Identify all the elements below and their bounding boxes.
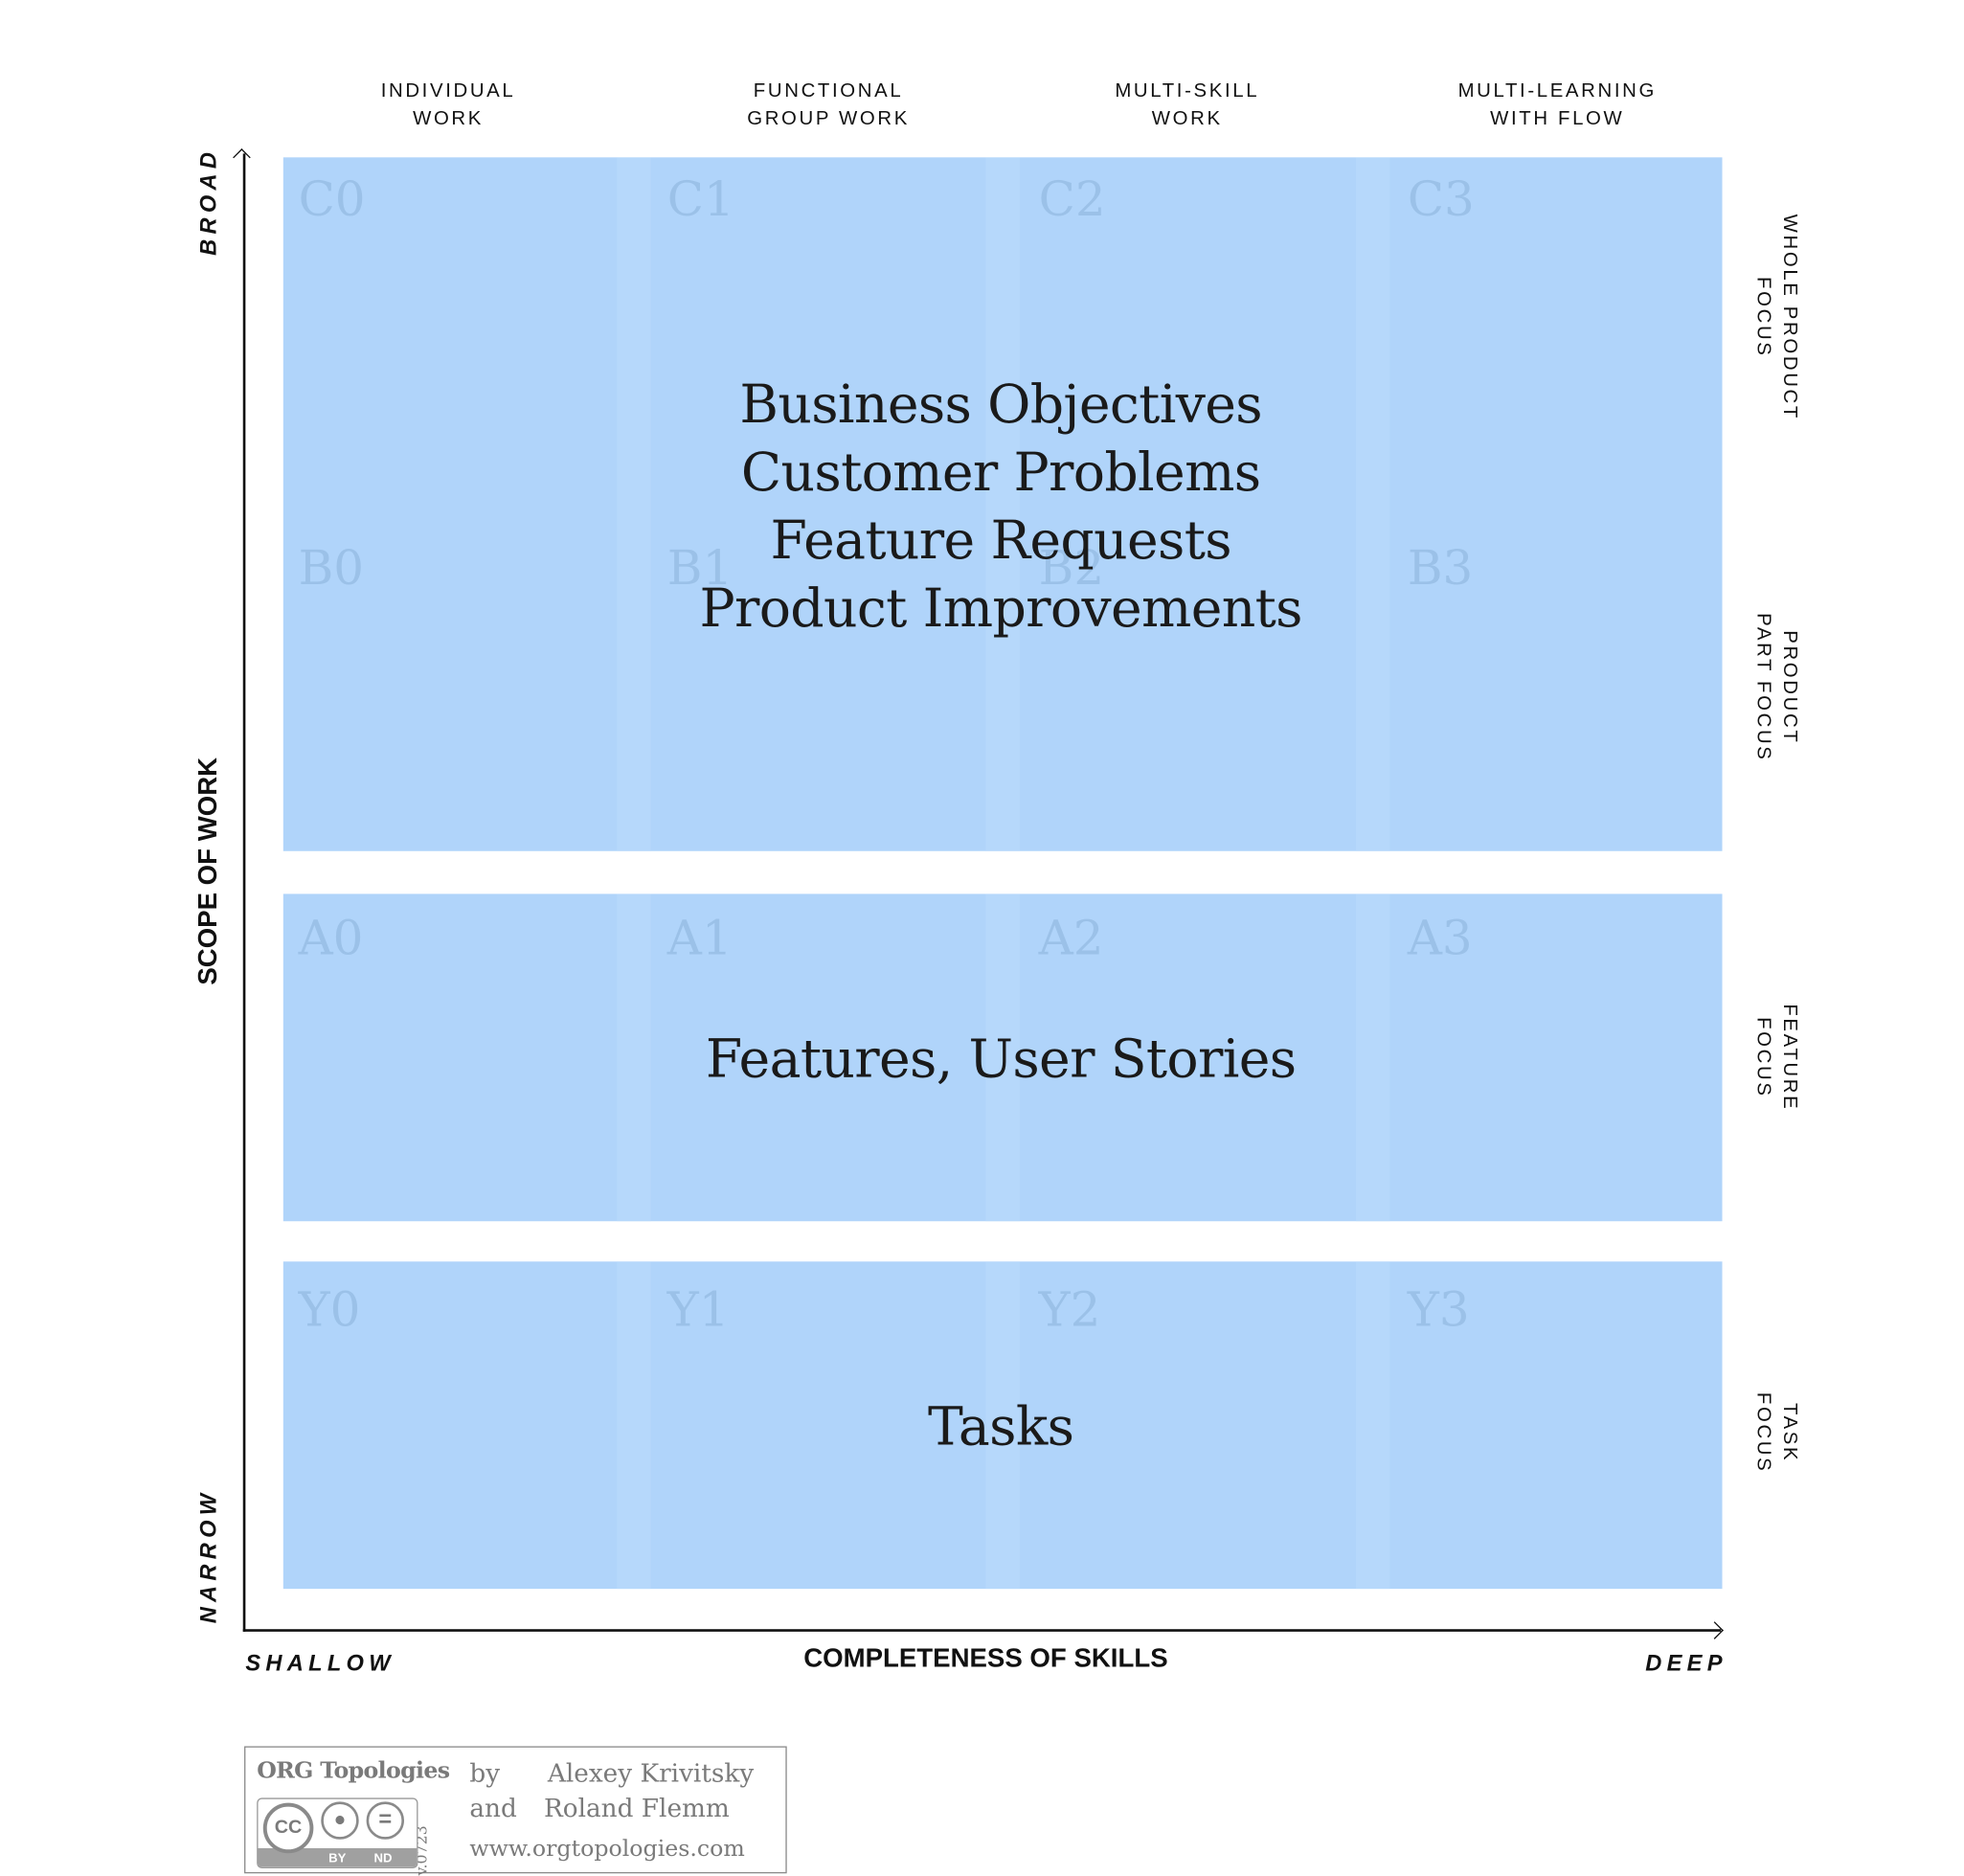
column-header-line: INDIVIDUAL [380,80,516,102]
block-text-features-user-stories: Features, User Stories [705,1028,1297,1090]
row-label-line: FOCUS [1752,1391,1774,1474]
block-text-tasks: Tasks [928,1395,1074,1458]
column-header-line: WORK [1151,108,1223,130]
row-label-line: TASK [1778,1403,1801,1463]
by-text: by [469,1757,501,1788]
block-text-product-improvements: Product Improvements [699,576,1302,640]
cc-by-nd-license-badge: CC ● = BY ND [257,1797,418,1869]
block-text-feature-requests: Feature Requests [770,509,1231,572]
y-axis-low-label: NARROW [195,1488,221,1624]
block-text-customer-problems: Customer Problems [740,441,1261,504]
row-label-task-focus: TASK FOCUS [1750,1392,1802,1473]
column-header-multi-skill-work: MULTI-SKILL WORK [1024,79,1351,134]
cell-label: Y1 [666,1281,730,1338]
cell-label: Y0 [298,1281,361,1338]
y-axis-high-label: BROAD [195,147,221,256]
row-label-line: FOCUS [1752,277,1774,358]
x-axis-title: COMPLETENESS OF SKILLS [803,1643,1168,1674]
x-axis-low-label: SHALLOW [245,1650,395,1676]
arrow-up-icon [233,148,251,167]
column-stripe [617,893,651,1222]
cell-label: C1 [666,170,734,227]
author-2: Roland Flemm [543,1793,730,1823]
author-1: Alexey Krivitsky [547,1757,755,1788]
row-label-line: WHOLE PRODUCT [1778,214,1801,420]
cell-label: A2 [1038,910,1104,966]
cell-label: Y2 [1038,1281,1101,1338]
cell-label: A1 [666,910,733,966]
column-header-line: GROUP WORK [747,108,910,130]
column-stripe [985,157,1020,851]
column-stripe [617,157,651,851]
column-header-multi-learning: MULTI-LEARNING WITH FLOW [1393,79,1721,134]
no-derivatives-equals-icon: = [366,1801,405,1840]
x-axis-line [242,1629,1722,1632]
y-axis-title: SCOPE OF WORK [193,757,223,985]
column-stripe [1355,893,1390,1222]
cell-label: A0 [298,910,364,966]
website-link[interactable]: www.orgtopologies.com [469,1836,744,1863]
block-business-objectives [282,157,1723,851]
org-topologies-diagram: INDIVIDUAL WORK FUNCTIONAL GROUP WORK MULT… [0,0,1964,1875]
y-axis-line [242,153,245,1632]
cell-label: C0 [298,170,366,227]
and-text: and [469,1793,517,1823]
column-stripe [1355,1261,1390,1590]
row-label-line: FEATURE [1778,1004,1801,1112]
cell-label: A3 [1407,910,1473,966]
column-header-functional-group-work: FUNCTIONAL GROUP WORK [665,79,992,134]
column-stripe [617,1261,651,1590]
row-label-feature-focus: FEATURE FOCUS [1750,1004,1802,1111]
row-label-line: PART FOCUS [1752,613,1774,762]
cell-label: C2 [1038,170,1106,227]
brand-name: ORG Topologies [257,1757,450,1784]
cell-label: B3 [1407,540,1474,596]
row-label-product-part-focus: PRODUCT PART FOCUS [1750,613,1802,761]
column-header-line: MULTI-LEARNING [1457,80,1657,102]
arrow-right-icon [1705,1621,1724,1639]
row-label-line: PRODUCT [1778,630,1801,745]
cell-label: B0 [298,540,365,596]
x-axis-high-label: DEEP [1645,1650,1727,1676]
row-label-whole-product-focus: WHOLE PRODUCT FOCUS [1750,215,1802,420]
column-header-line: WITH FLOW [1490,108,1625,130]
column-header-line: MULTI-SKILL [1115,80,1260,102]
row-label-line: FOCUS [1752,1017,1774,1098]
license-nd-label: ND [373,1851,393,1866]
column-stripe [1355,157,1390,851]
column-header-line: WORK [413,108,484,130]
credits-box: ORG Topologies by Alexey Krivitsky and R… [244,1746,787,1876]
cc-icon: CC [262,1802,314,1854]
attribution-person-icon: ● [321,1801,359,1840]
column-header-line: FUNCTIONAL [753,80,904,102]
license-by-label: BY [328,1851,347,1866]
cell-label: C3 [1407,170,1475,227]
cell-label: Y3 [1407,1281,1470,1338]
block-text-business-objectives: Business Objectives [739,373,1262,436]
column-header-individual-work: INDIVIDUAL WORK [284,79,612,134]
